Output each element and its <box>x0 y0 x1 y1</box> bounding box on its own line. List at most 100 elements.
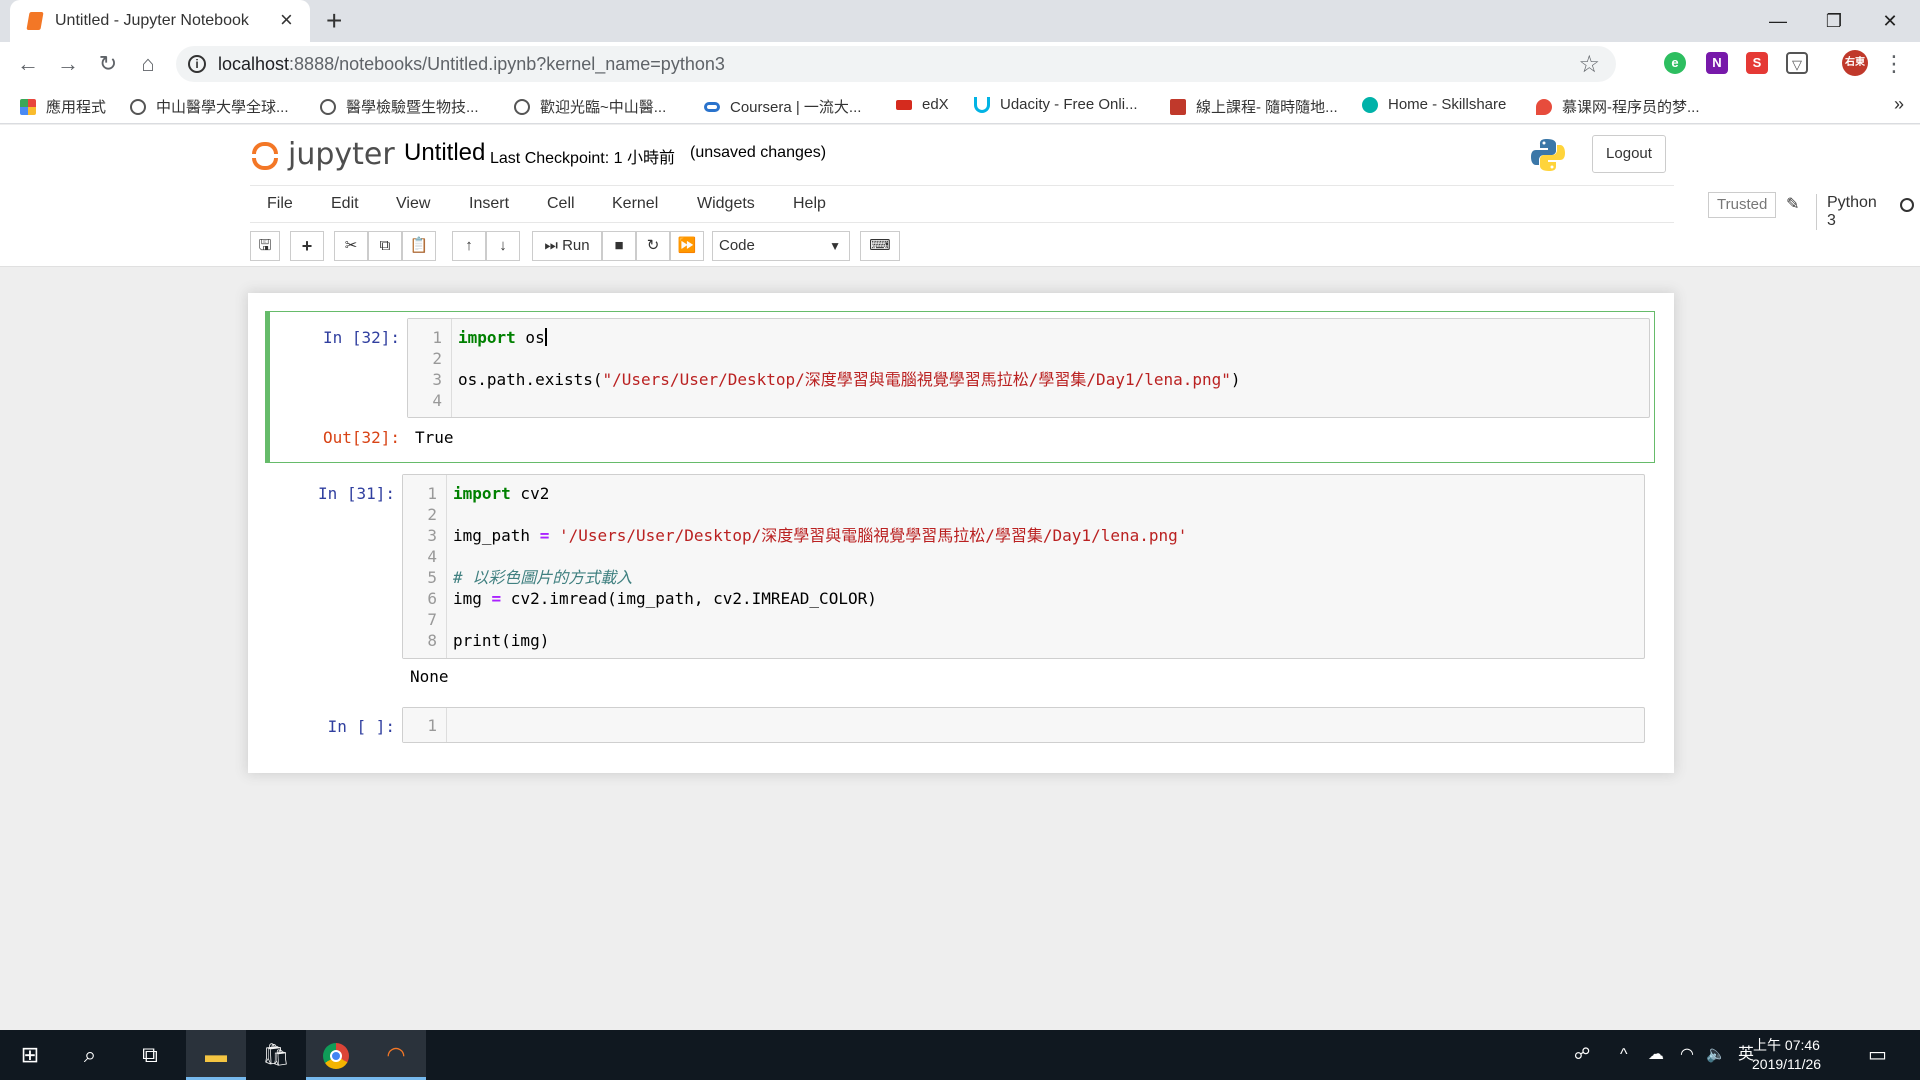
wifi-icon[interactable]: ◠ <box>1680 1030 1694 1080</box>
move-down-icon[interactable]: ↓ <box>486 231 520 261</box>
browser-menu-icon[interactable]: ⋮ <box>1880 50 1908 78</box>
store-icon[interactable]: 🛍 <box>246 1030 306 1080</box>
logout-button[interactable]: Logout <box>1592 135 1666 173</box>
evernote-extension-icon[interactable]: e <box>1664 52 1686 74</box>
code-comment: # 以彩色圖片的方式載入 <box>453 568 633 587</box>
menu-insert[interactable]: Insert <box>469 195 509 213</box>
jupyter-taskbar-icon[interactable]: ◠ <box>366 1030 426 1080</box>
onenote-extension-icon[interactable]: N <box>1706 52 1728 74</box>
profile-avatar[interactable]: 右東 <box>1842 50 1868 76</box>
tab-close-icon[interactable]: × <box>280 8 293 32</box>
address-bar[interactable]: i localhost:8888/notebooks/Untitled.ipyn… <box>176 46 1616 82</box>
onedrive-icon[interactable]: ☁ <box>1648 1030 1664 1080</box>
bookmarks-bar: 應用程式 中山醫學大學全球... 醫學檢驗暨生物技... 歡迎光臨~中山醫...… <box>0 86 1920 124</box>
save-button[interactable]: 🖫 <box>250 231 280 261</box>
bookmark-star-icon[interactable]: ☆ <box>1578 50 1600 79</box>
bookmark-item[interactable]: 慕课网-程序员的梦... <box>1536 96 1700 117</box>
pocket-extension-icon[interactable]: ▽ <box>1786 52 1808 74</box>
reload-icon[interactable]: ↻ <box>94 50 122 78</box>
windows-start-icon[interactable]: ⊞ <box>0 1030 60 1080</box>
file-explorer-icon[interactable]: ▬ <box>186 1030 246 1080</box>
menu-help[interactable]: Help <box>793 195 826 213</box>
udacity-icon <box>974 96 990 113</box>
info-icon[interactable]: i <box>188 55 206 73</box>
browser-tab[interactable]: Untitled - Jupyter Notebook × <box>10 0 310 42</box>
tray-chevron-up-icon[interactable]: ^ <box>1620 1030 1628 1080</box>
forward-icon[interactable]: → <box>54 50 82 78</box>
run-button[interactable]: ⏭ Run <box>532 231 602 261</box>
home-icon[interactable]: ⌂ <box>134 50 162 78</box>
code-cell[interactable]: In [ ]: 1 <box>265 707 1655 751</box>
bookmark-apps[interactable]: 應用程式 <box>20 96 106 117</box>
jupyter-logo[interactable]: jupyter <box>250 137 395 172</box>
bookmark-item[interactable]: Coursera | 一流大... <box>704 96 861 117</box>
input-prompt: In [32]: <box>322 328 400 347</box>
globe-icon <box>320 98 336 115</box>
keyboard-icon[interactable]: ⌨ <box>860 231 900 261</box>
restart-icon[interactable]: ↻ <box>636 231 670 261</box>
notification-icon[interactable]: ▭ <box>1868 1030 1887 1080</box>
bookmark-item[interactable]: edX <box>896 96 949 113</box>
chrome-icon[interactable] <box>306 1030 366 1080</box>
code-editor[interactable]: 1 <box>402 707 1645 743</box>
new-tab-button[interactable]: + <box>326 6 342 36</box>
s-extension-icon[interactable]: S <box>1746 52 1768 74</box>
bookmark-item[interactable]: Home - Skillshare <box>1362 96 1506 113</box>
python-logo-icon <box>1531 139 1565 171</box>
bookmark-item[interactable]: 歡迎光臨~中山醫... <box>514 96 666 117</box>
line-number: 6 <box>427 589 437 608</box>
tab-title: Untitled - Jupyter Notebook <box>55 12 249 29</box>
cell-output: None <box>410 667 449 686</box>
line-number: 5 <box>427 568 437 587</box>
restore-button[interactable]: ❐ <box>1804 6 1864 36</box>
edx-icon <box>896 99 912 110</box>
line-number: 3 <box>427 526 437 545</box>
search-icon[interactable]: ⌕ <box>60 1030 120 1080</box>
restart-run-all-icon[interactable]: ⏩ <box>670 231 704 261</box>
browser-toolbar: ← → ↻ ⌂ i localhost:8888/notebooks/Untit… <box>0 42 1920 86</box>
bookmark-item[interactable]: 中山醫學大學全球... <box>130 96 289 117</box>
paste-icon[interactable]: 📋 <box>402 231 436 261</box>
volume-icon[interactable]: 🔈 <box>1706 1030 1726 1080</box>
trusted-indicator[interactable]: Trusted <box>1708 192 1777 218</box>
minimize-button[interactable]: — <box>1748 6 1808 36</box>
cell-output: True <box>415 428 454 447</box>
bookmark-item[interactable]: 線上課程- 隨時隨地... <box>1170 96 1338 117</box>
interrupt-icon[interactable]: ■ <box>602 231 636 261</box>
code-cell[interactable]: In [32]: 1 2 3 4 import os os.path.exist… <box>265 311 1655 463</box>
bookmark-item[interactable]: 醫學檢驗暨生物技... <box>320 96 479 117</box>
apps-grid-icon <box>20 98 36 115</box>
move-up-icon[interactable]: ↑ <box>452 231 486 261</box>
windows-taskbar: ⊞ ⌕ ⧉ ▬ 🛍 ◠ ☍ ^ ☁ ◠ 🔈 英 上午 07:46 2019/11… <box>0 1030 1920 1080</box>
people-icon[interactable]: ☍ <box>1574 1030 1590 1080</box>
input-prompt: In [ ]: <box>327 717 395 736</box>
menu-widgets[interactable]: Widgets <box>697 195 755 213</box>
text-cursor <box>544 328 547 346</box>
insert-cell-button[interactable]: + <box>290 231 324 261</box>
menu-edit[interactable]: Edit <box>331 195 359 213</box>
url-text[interactable]: localhost:8888/notebooks/Untitled.ipynb?… <box>218 54 725 75</box>
kernel-idle-icon <box>1900 198 1914 212</box>
menu-kernel[interactable]: Kernel <box>612 195 658 213</box>
bookmarks-overflow-icon[interactable]: » <box>1894 94 1904 115</box>
menu-view[interactable]: View <box>396 195 430 213</box>
cell-type-select[interactable]: Code ▼ <box>712 231 850 261</box>
notebook-name[interactable]: Untitled <box>404 139 485 167</box>
line-number: 1 <box>432 328 442 347</box>
output-prompt: Out[32]: <box>322 428 400 447</box>
close-window-button[interactable]: ✕ <box>1860 6 1920 36</box>
code-line: import os <box>458 328 547 347</box>
task-view-icon[interactable]: ⧉ <box>120 1030 180 1080</box>
menu-file[interactable]: File <box>267 195 293 213</box>
system-clock[interactable]: 上午 07:46 2019/11/26 <box>1752 1036 1821 1074</box>
back-icon[interactable]: ← <box>14 50 42 78</box>
copy-icon[interactable]: ⧉ <box>368 231 402 261</box>
code-editor[interactable]: 1 2 3 4 5 6 7 8 import cv2 img_path = '/… <box>402 474 1645 659</box>
kernel-name: Python 3 <box>1816 194 1877 230</box>
pencil-icon[interactable]: ✎ <box>1786 194 1799 214</box>
bookmark-item[interactable]: Udacity - Free Onli... <box>974 96 1138 113</box>
menu-cell[interactable]: Cell <box>547 195 575 213</box>
code-editor[interactable]: 1 2 3 4 import os os.path.exists("/Users… <box>407 318 1650 418</box>
code-cell[interactable]: In [31]: 1 2 3 4 5 6 7 8 import cv2 img_… <box>265 471 1655 686</box>
cut-icon[interactable]: ✂ <box>334 231 368 261</box>
